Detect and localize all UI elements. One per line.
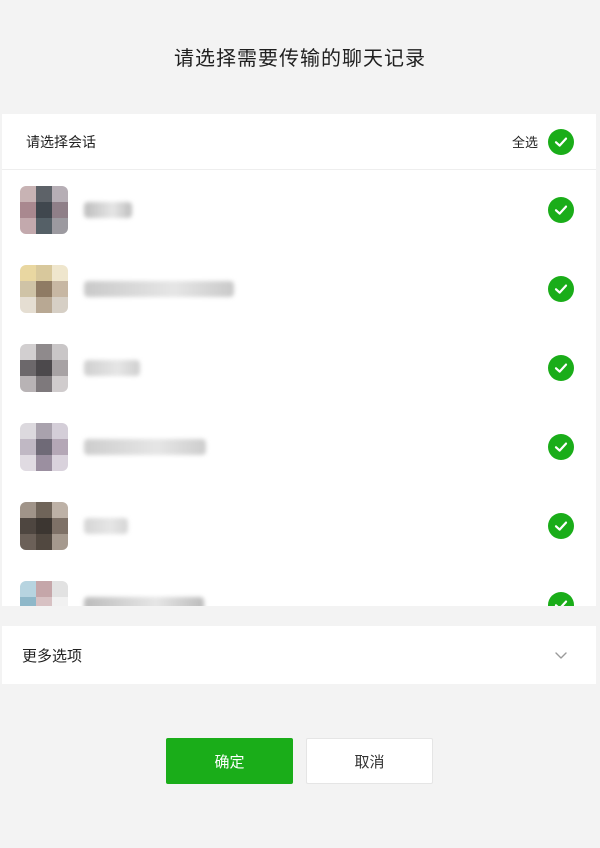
panel-header: 请选择会话 全选	[2, 114, 596, 170]
conversation-info	[20, 501, 128, 550]
more-options[interactable]: 更多选项	[2, 626, 596, 684]
selected-check-icon[interactable]	[548, 275, 574, 302]
avatar	[20, 580, 68, 606]
chevron-down-icon	[555, 652, 567, 659]
conversation-item[interactable]	[2, 249, 596, 328]
select-all-toggle[interactable]: 全选	[511, 128, 574, 155]
conversation-name-blurred	[84, 517, 128, 534]
conversation-item[interactable]	[2, 565, 596, 606]
conversation-info	[20, 264, 234, 313]
dialog-title: 请选择需要传输的聊天记录	[0, 0, 600, 112]
select-all-check-icon[interactable]	[548, 128, 574, 155]
conversation-info	[20, 422, 206, 471]
conversation-item[interactable]	[2, 407, 596, 486]
selected-check-icon[interactable]	[548, 354, 574, 381]
conversation-panel: 请选择会话 全选	[2, 114, 596, 606]
more-options-label: 更多选项	[22, 646, 83, 665]
avatar	[20, 343, 68, 392]
conversation-name-blurred	[84, 596, 204, 606]
avatar	[20, 422, 68, 471]
cancel-button[interactable]: 取消	[306, 738, 433, 784]
conversation-name-blurred	[84, 280, 234, 297]
avatar	[20, 264, 68, 313]
conversation-info	[20, 343, 140, 392]
avatar	[20, 185, 68, 234]
conversation-item[interactable]	[2, 486, 596, 565]
select-conversation-label: 请选择会话	[26, 134, 96, 151]
conversation-item[interactable]	[2, 328, 596, 407]
avatar	[20, 501, 68, 550]
conversation-info	[20, 185, 132, 234]
conversation-name-blurred	[84, 201, 132, 218]
selected-check-icon[interactable]	[548, 591, 574, 606]
conversation-name-blurred	[84, 438, 206, 455]
select-all-label: 全选	[511, 136, 538, 151]
conversation-list	[2, 170, 596, 606]
selected-check-icon[interactable]	[548, 512, 574, 539]
conversation-item[interactable]	[2, 170, 596, 249]
selected-check-icon[interactable]	[548, 433, 574, 460]
confirm-button[interactable]: 确定	[166, 738, 293, 784]
conversation-name-blurred	[84, 359, 140, 376]
selected-check-icon[interactable]	[548, 196, 574, 223]
conversation-info	[20, 580, 204, 606]
